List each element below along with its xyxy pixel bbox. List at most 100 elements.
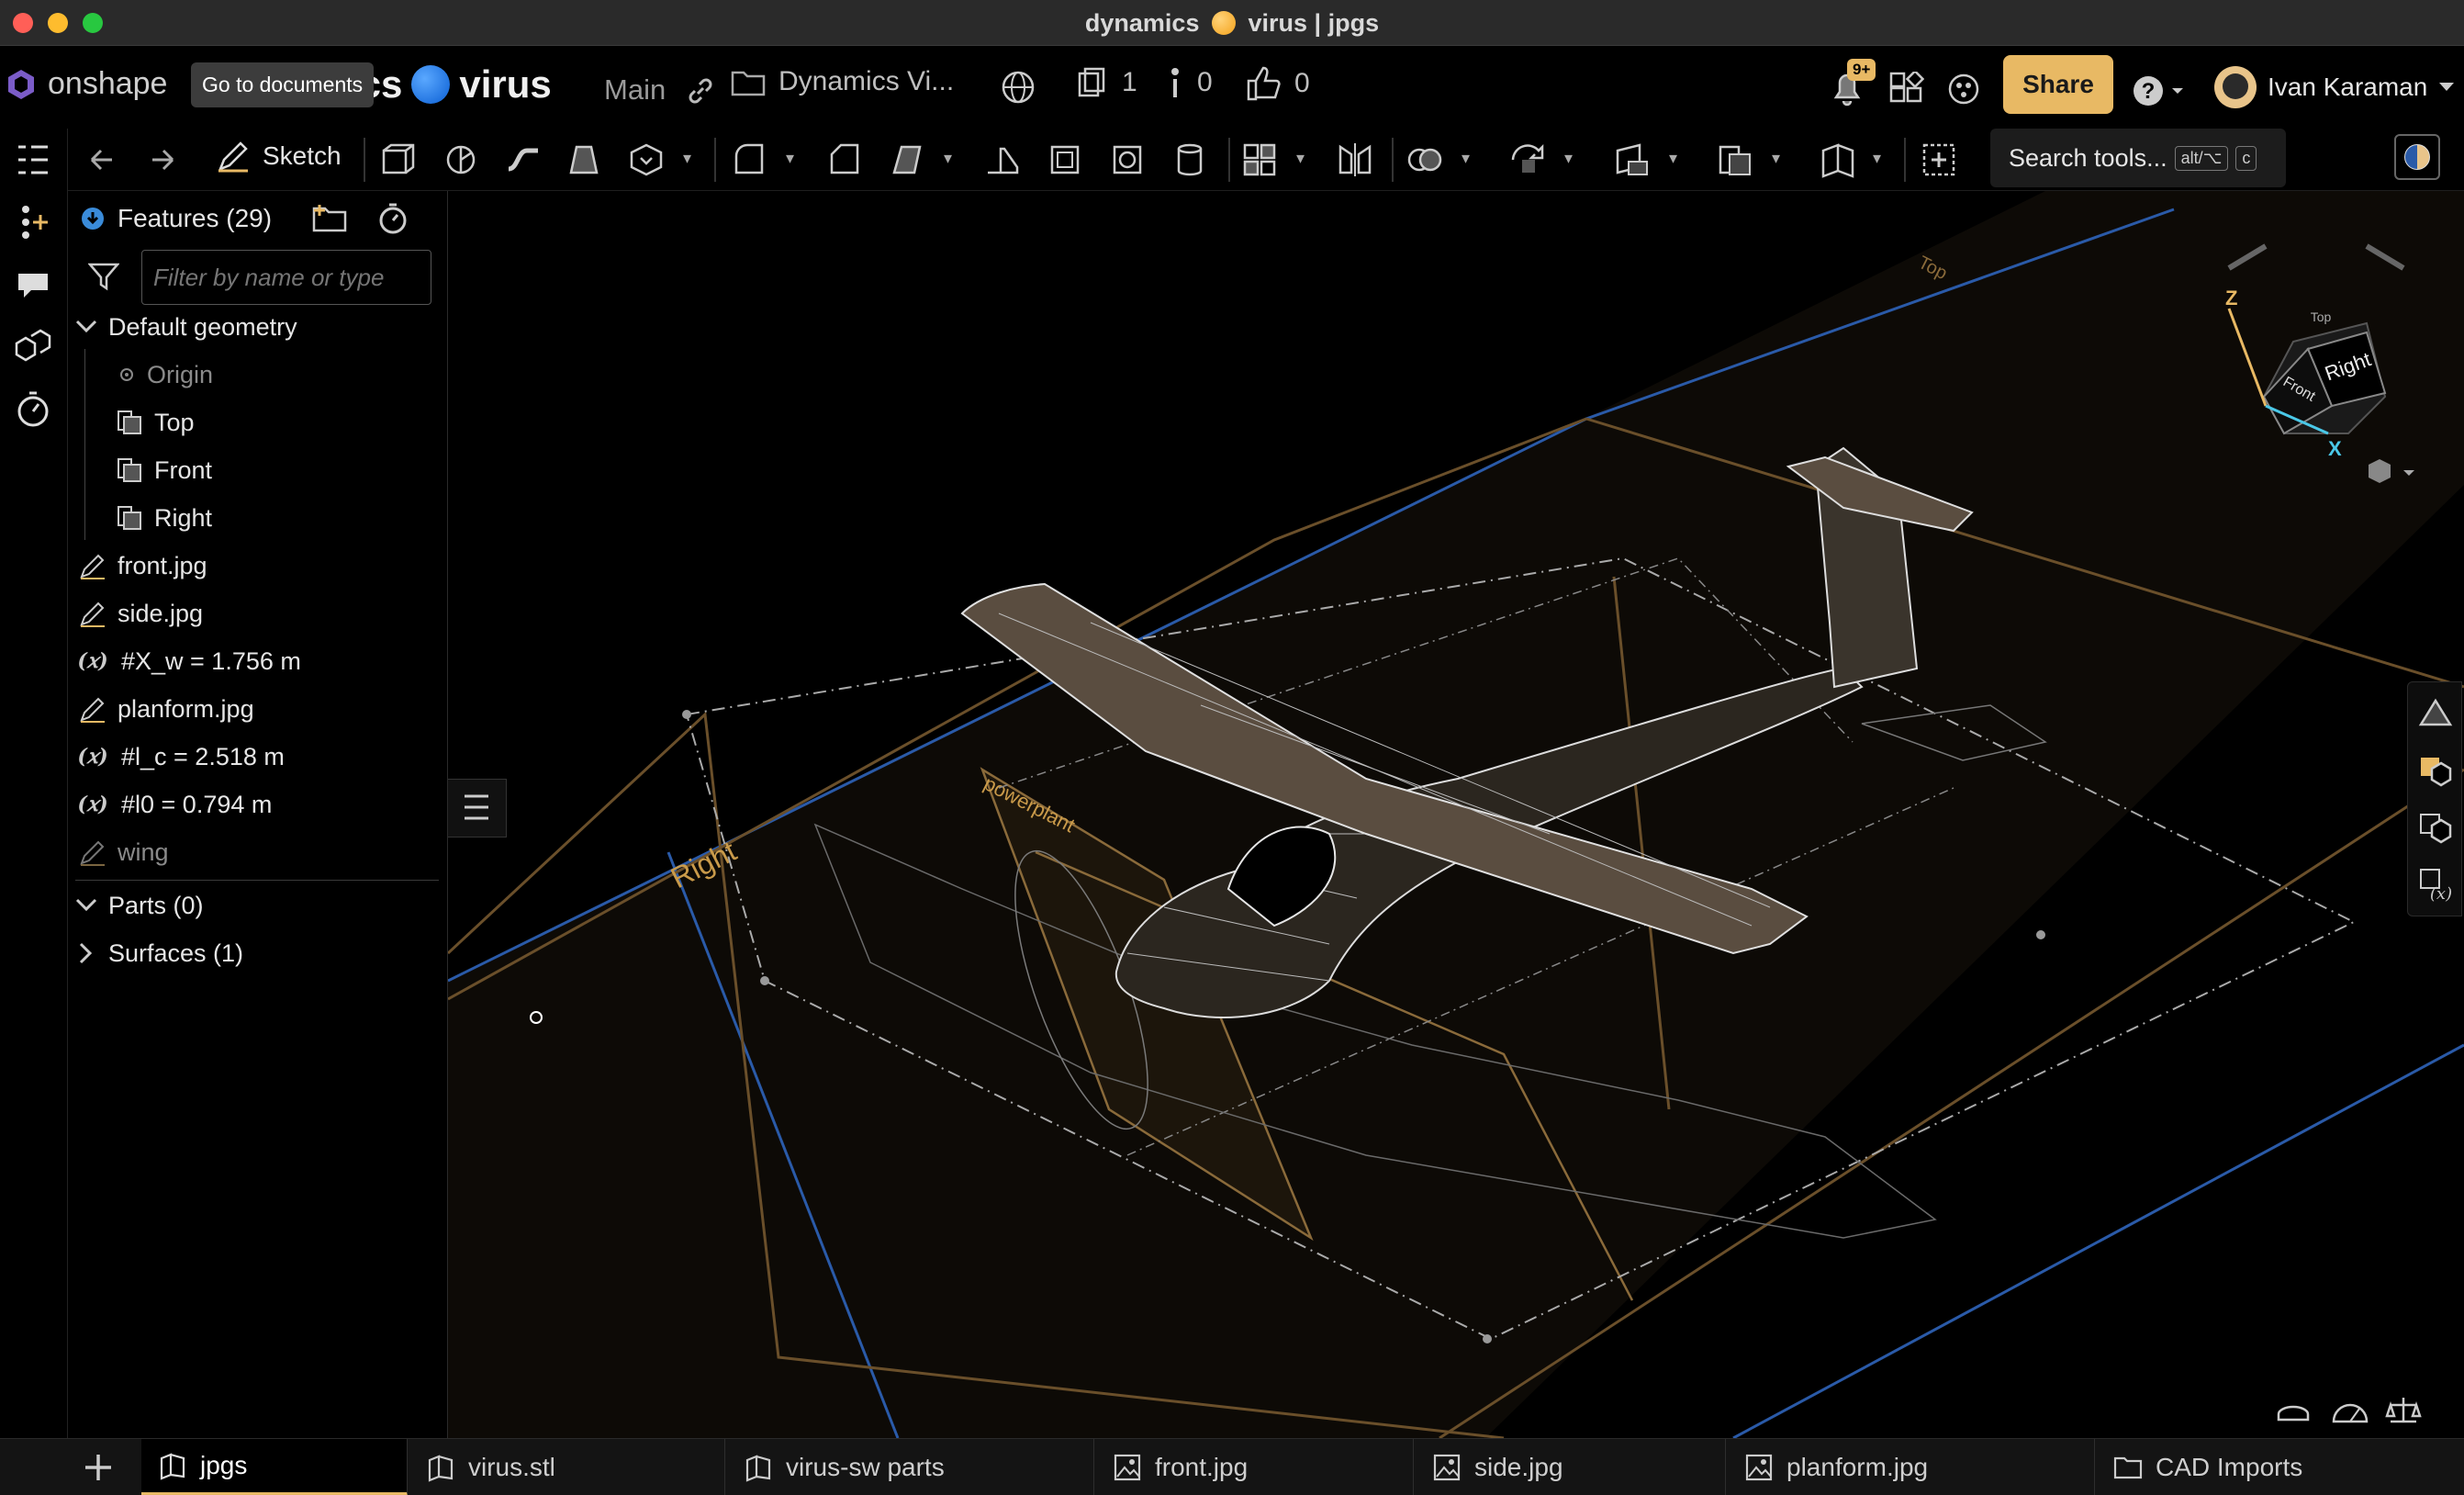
default-geometry-group[interactable]: Default geometry	[75, 307, 297, 347]
boolean-icon[interactable]	[1406, 141, 1443, 178]
learning-center-icon[interactable]	[1946, 72, 1981, 107]
tab-cad-imports[interactable]: CAD Imports	[2097, 1439, 2464, 1495]
left-rail	[0, 129, 68, 1486]
panel-toggle-button[interactable]	[448, 779, 507, 837]
materials-icon[interactable]	[2417, 752, 2454, 789]
performance-stopwatch-icon[interactable]	[13, 389, 53, 430]
image-icon	[1433, 1454, 1461, 1481]
mirror-icon[interactable]	[1337, 141, 1373, 178]
section-view-icon[interactable]	[2275, 1396, 2312, 1427]
view-cube[interactable]: Right Front Top Z X	[2174, 213, 2449, 479]
insert-part-icon[interactable]	[13, 202, 53, 242]
sketch-button[interactable]: Sketch	[217, 140, 342, 173]
chevron-down-icon[interactable]: ▾	[1669, 149, 1687, 171]
timer-icon[interactable]	[376, 202, 409, 235]
plane-item-right[interactable]: Right	[116, 498, 212, 538]
thicken-icon[interactable]	[628, 141, 665, 178]
redo-icon[interactable]	[145, 141, 182, 178]
chamfer-icon[interactable]	[826, 141, 863, 178]
feature-list-icon[interactable]	[13, 140, 53, 180]
plane-icon[interactable]	[1614, 141, 1651, 178]
tab-side-jpg[interactable]: side.jpg	[1416, 1439, 1726, 1495]
feature-item[interactable]: planform.jpg	[79, 689, 254, 729]
chevron-down-icon[interactable]: ▾	[1873, 149, 1891, 171]
draft-icon[interactable]	[889, 141, 925, 178]
surfaces-group[interactable]: Surfaces (1)	[75, 933, 243, 973]
add-folder-icon[interactable]	[312, 203, 349, 234]
chevron-down-icon[interactable]: ▾	[1296, 149, 1315, 171]
tab-virus-stl[interactable]: virus.stl	[409, 1439, 725, 1495]
help-icon[interactable]: ?	[2132, 73, 2187, 108]
revolve-icon[interactable]	[442, 141, 479, 178]
theme-toggle-button[interactable]	[2394, 134, 2440, 180]
undo-icon[interactable]	[83, 141, 119, 178]
origin-item[interactable]: Origin	[118, 354, 213, 395]
versions-button[interactable]: 1	[1076, 66, 1137, 99]
globe-icon[interactable]	[1001, 70, 1036, 105]
configurations-icon[interactable]	[2417, 809, 2454, 846]
svg-text:(𝑥): (𝑥)	[77, 649, 107, 673]
chevron-down-icon[interactable]: ▾	[1462, 149, 1480, 171]
sheet-metal-icon[interactable]	[1820, 141, 1856, 178]
app-store-icon[interactable]	[1889, 72, 1924, 107]
document-name[interactable]: ics virus	[349, 62, 552, 107]
rib-icon[interactable]	[984, 141, 1021, 178]
feature-label: wing	[118, 837, 169, 866]
pattern-icon[interactable]	[1241, 141, 1278, 178]
comments-icon[interactable]	[13, 264, 53, 305]
surface-icon[interactable]	[1717, 141, 1753, 178]
loft-icon[interactable]	[566, 141, 602, 178]
chevron-down-icon[interactable]: ▾	[786, 149, 804, 171]
window-title-prefix: dynamics	[1084, 9, 1200, 37]
variables-table-icon[interactable]: (x)	[2417, 866, 2454, 903]
add-element-icon[interactable]	[83, 1452, 114, 1483]
view-options-icon[interactable]	[2363, 457, 2418, 489]
chevron-down-icon[interactable]: ▾	[944, 149, 962, 171]
plane-item-front[interactable]: Front	[116, 450, 212, 490]
fillet-icon[interactable]	[731, 141, 767, 178]
hole-icon[interactable]	[1109, 141, 1146, 178]
sweep-icon[interactable]	[505, 141, 542, 178]
mass-properties-icon[interactable]	[2385, 1394, 2422, 1427]
variable-item[interactable]: (𝑥) #l_c = 2.518 m	[75, 736, 284, 777]
feature-item-rolled-back[interactable]: wing	[79, 832, 169, 872]
feature-filter-input[interactable]	[141, 250, 431, 305]
parts-cubes-icon[interactable]	[13, 327, 53, 367]
user-menu[interactable]: Ivan Karaman	[2214, 66, 2455, 108]
appearance-icon[interactable]	[2417, 695, 2454, 732]
chevron-down-icon[interactable]: ▾	[683, 149, 701, 171]
graphics-viewport[interactable]: Right powerplant Top Right Front Top Z X	[448, 191, 2464, 1438]
tab-front-jpg[interactable]: front.jpg	[1096, 1439, 1414, 1495]
cylinder-icon[interactable]	[1171, 141, 1208, 178]
onshape-logo[interactable]: onshape	[7, 66, 167, 102]
filter-icon[interactable]	[88, 261, 119, 292]
share-button[interactable]: Share	[2003, 55, 2113, 114]
search-tools-input[interactable]: Search tools... alt/⌥ c	[1990, 129, 2286, 187]
plane-item-top[interactable]: Top	[116, 402, 195, 443]
chevron-down-icon[interactable]: ▾	[1564, 149, 1583, 171]
model-canvas[interactable]: Right powerplant Top	[448, 191, 2464, 1438]
sketch-point	[1483, 1334, 1492, 1343]
branch-name[interactable]: Main	[604, 73, 666, 107]
transform-icon[interactable]	[1509, 141, 1546, 178]
feature-item[interactable]: side.jpg	[79, 593, 203, 634]
rollback-icon[interactable]	[81, 207, 105, 230]
folder-breadcrumb[interactable]: Dynamics Vi...	[731, 66, 954, 97]
variable-item[interactable]: (𝑥) #X_w = 1.756 m	[75, 641, 300, 681]
rotate-arrows-icon[interactable]	[2227, 243, 2405, 271]
shell-icon[interactable]	[1047, 141, 1083, 178]
like-button[interactable]: 0	[1245, 66, 1310, 101]
measure-protractor-icon[interactable]	[2332, 1394, 2369, 1427]
tab-virus-sw-parts[interactable]: virus-sw parts	[727, 1439, 1094, 1495]
tab-planform-jpg[interactable]: planform.jpg	[1728, 1439, 2095, 1495]
chevron-down-icon[interactable]: ▾	[1772, 149, 1790, 171]
add-custom-feature-icon[interactable]	[1921, 141, 1957, 178]
tab-jpgs[interactable]: jpgs	[141, 1439, 408, 1495]
comments-button[interactable]: 0	[1166, 66, 1213, 99]
likes-count: 0	[1294, 68, 1310, 98]
feature-item[interactable]: front.jpg	[79, 545, 207, 586]
extrude-icon[interactable]	[378, 141, 415, 178]
link-icon[interactable]	[685, 75, 716, 107]
parts-group[interactable]: Parts (0)	[75, 885, 204, 926]
variable-item[interactable]: (𝑥) #l0 = 0.794 m	[75, 784, 272, 825]
